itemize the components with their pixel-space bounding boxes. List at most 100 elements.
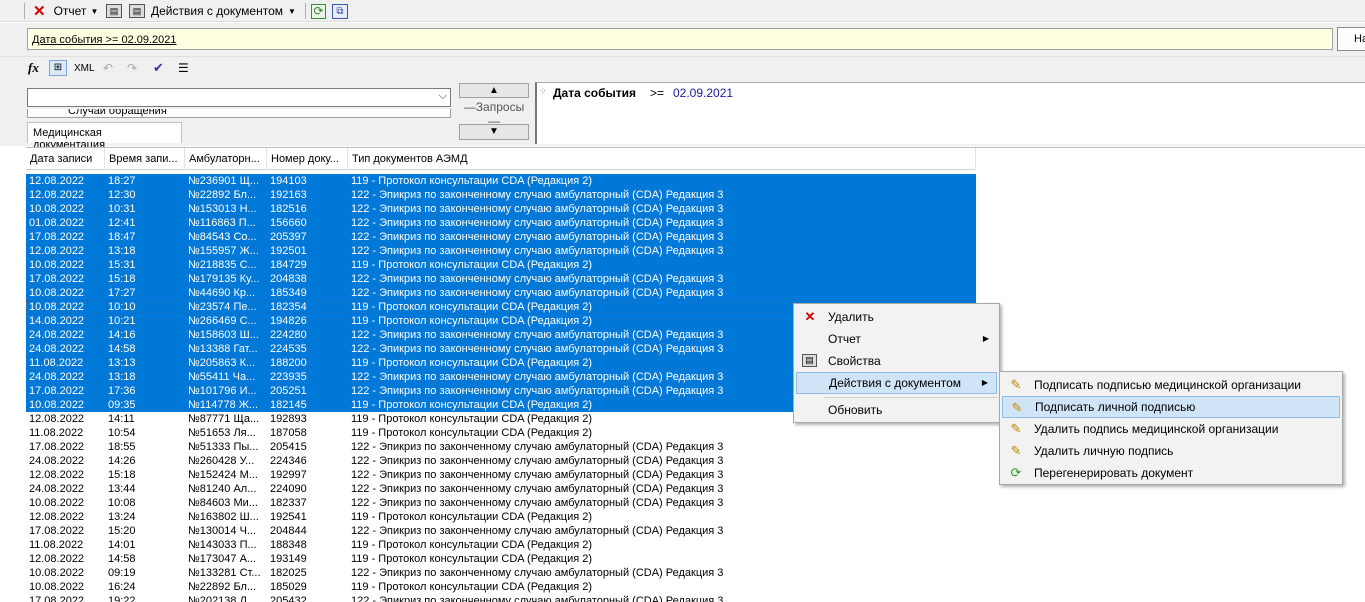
report-menu-button[interactable]: ✕ Отчет ▼ — [33, 2, 98, 20]
cell-date: 10.08.2022 — [29, 497, 85, 509]
xml-label: XML — [74, 62, 95, 74]
cell-time: 12:30 — [108, 189, 136, 201]
cell-ambulatory: №202138 Л... — [188, 595, 256, 602]
move-up-button[interactable]: ▲ — [459, 83, 529, 98]
cell-ambulatory: №236901 Щ... — [188, 175, 260, 187]
condition-panel[interactable]: ⁘ Дата события >= 02.09.2021 — [535, 82, 1365, 144]
condition-value[interactable]: 02.09.2021 — [673, 86, 733, 100]
menu-item-sign-org[interactable]: ✎ Подписать подписью медицинской организ… — [1002, 374, 1340, 396]
filter-summary[interactable]: Дата события >= 02.09.2021 — [27, 28, 1333, 50]
table-row[interactable]: 10.08.2022 17:27 №44690 Кр... 185349 122 - Э… — [26, 286, 976, 300]
tree-item-label[interactable]: Случай обращения — [68, 109, 167, 117]
formula-button[interactable]: fx — [28, 59, 39, 77]
cell-doc-number: 204844 — [270, 525, 307, 537]
menu-item-label: Отчет — [828, 332, 861, 346]
cell-time: 14:11 — [108, 413, 135, 425]
table-row[interactable]: 17.08.2022 15:20 №130014 Ч... 204844 122 - Э… — [26, 524, 976, 538]
cell-ambulatory: №266469 С... — [188, 315, 257, 327]
cell-time: 19:22 — [108, 595, 136, 602]
condition-field[interactable]: Дата события — [553, 86, 636, 100]
cell-doc-type: 122 - Эпикриз по законченному случаю амб… — [351, 567, 724, 579]
refresh-button[interactable]: ⟳ — [311, 2, 326, 20]
table-row[interactable]: 12.08.2022 13:24 №163802 Ш... 192541 119 - П… — [26, 510, 976, 524]
menu-item-label: Удалить личную подпись — [1034, 444, 1174, 458]
cell-date: 12.08.2022 — [29, 413, 85, 425]
table-row[interactable]: 17.08.2022 18:55 №51333 Пы... 205415 122 - Э… — [26, 440, 976, 454]
table-row[interactable]: 12.08.2022 15:18 №152424 М... 192997 122 - Э… — [26, 468, 976, 482]
table-row[interactable]: 12.08.2022 13:18 №155957 Ж... 192501 122 - Э… — [26, 244, 976, 258]
cell-ambulatory: №155957 Ж... — [188, 245, 259, 257]
table-row[interactable]: 24.08.2022 13:44 №81240 Ал... 224090 122 - Э… — [26, 482, 976, 496]
menu-item-delete[interactable]: ✕ Удалить — [796, 306, 997, 328]
cell-doc-number: 187058 — [270, 427, 307, 439]
table-row[interactable]: 11.08.2022 10:54 №51653 Ля... 187058 119 - П… — [26, 426, 976, 440]
tree-view-button[interactable]: ⊞ — [49, 59, 67, 77]
column-header-date[interactable]: Дата записи — [26, 148, 105, 170]
run-query-button[interactable]: На — [1337, 27, 1365, 51]
cell-time: 13:24 — [108, 511, 136, 523]
cell-date: 24.08.2022 — [29, 343, 85, 355]
table-row[interactable]: 12.08.2022 12:30 №22892 Бл... 192163 122 - Э… — [26, 188, 976, 202]
cell-doc-type: 122 - Эпикриз по законченному случаю амб… — [351, 273, 724, 285]
table-row[interactable]: 10.08.2022 15:31 №218835 С... 184729 119 - П… — [26, 258, 976, 272]
menu-item-refresh[interactable]: Обновить — [796, 399, 997, 421]
menu-item-report[interactable]: Отчет ▶ — [796, 328, 997, 350]
table-row[interactable]: 24.08.2022 14:26 №260428 У... 224346 122 - Э… — [26, 454, 976, 468]
cell-doc-type: 119 - Протокол консультации CDA (Редакци… — [351, 553, 593, 565]
cell-ambulatory: №114778 Ж... — [188, 399, 259, 411]
table-row[interactable]: 17.08.2022 15:18 №179135 Ку... 204838 122 - … — [26, 272, 976, 286]
cell-date: 11.08.2022 — [29, 427, 84, 439]
column-header-doc-type[interactable]: Тип документов АЭМД — [348, 148, 976, 170]
export-button[interactable]: ⧉ — [332, 2, 348, 20]
cell-doc-number: 205397 — [270, 231, 307, 243]
undo-button[interactable]: ↶ — [103, 59, 113, 77]
table-row[interactable]: 10.08.2022 09:19 №133281 Ст... 182025 122 - … — [26, 566, 976, 580]
xml-button[interactable]: XML — [74, 59, 95, 77]
table-row[interactable]: 12.08.2022 14:58 №173047 А... 193149 119 - П… — [26, 552, 976, 566]
cell-doc-type: 119 - Протокол консультации CDA (Редакци… — [351, 427, 593, 439]
redo-button[interactable]: ↷ — [127, 59, 137, 77]
cell-doc-number: 224280 — [270, 329, 307, 341]
redo-icon: ↷ — [127, 61, 138, 75]
table-row[interactable]: 10.08.2022 16:24 №22892 Бл... 185029 119 - П… — [26, 580, 976, 594]
query-tree[interactable]: Случай обращения — [27, 109, 451, 118]
menu-item-doc-actions[interactable]: Действия с документом ▶ — [796, 372, 997, 394]
undo-icon: ↶ — [103, 61, 114, 75]
chevron-down-icon[interactable]: ⌵ — [439, 90, 447, 103]
validate-button[interactable]: ✔ — [153, 59, 164, 77]
column-header-time[interactable]: Время запи... — [105, 148, 185, 170]
menu-item-delete-personal-sign[interactable]: ✎ Удалить личную подпись — [1002, 440, 1340, 462]
condition-operator[interactable]: >= — [650, 86, 664, 100]
properties-button[interactable]: ▤ — [106, 2, 122, 20]
cell-date: 17.08.2022 — [29, 595, 85, 602]
query-select[interactable]: ⌵ — [27, 88, 451, 107]
arrow-down-icon: ▼ — [489, 126, 499, 137]
tab-medical-docs[interactable]: Медицинская документация — [27, 122, 182, 151]
column-header-doc-number[interactable]: Номер доку... — [267, 148, 348, 170]
table-row[interactable]: 10.08.2022 10:31 №153013 Н... 182516 122 - Э… — [26, 202, 976, 216]
menu-item-regenerate[interactable]: ⟳ Перегенерировать документ — [1002, 462, 1340, 484]
column-header-ambulatory[interactable]: Амбулаторн... — [185, 148, 267, 170]
table-row[interactable]: 11.08.2022 14:01 №143033 П... 188348 119 - П… — [26, 538, 976, 552]
list-button[interactable]: ☰ — [178, 59, 189, 77]
table-row[interactable]: 17.08.2022 18:47 №84543 Со... 205397 122 - Э… — [26, 230, 976, 244]
table-row[interactable]: 01.08.2022 12:41 №116863 П... 156660 122 - Э… — [26, 216, 976, 230]
table-row[interactable]: 10.08.2022 10:08 №84603 Ми... 182337 122 - Э… — [26, 496, 976, 510]
cell-time: 17:27 — [108, 287, 136, 299]
cell-doc-number: 192997 — [270, 469, 307, 481]
menu-item-delete-org-sign[interactable]: ✎ Удалить подпись медицинской организаци… — [1002, 418, 1340, 440]
filter-summary-text[interactable]: Дата события >= 02.09.2021 — [32, 34, 177, 46]
cell-date: 11.08.2022 — [29, 539, 84, 551]
move-down-button[interactable]: ▼ — [459, 124, 529, 140]
cell-ambulatory: №218835 С... — [188, 259, 257, 271]
cell-doc-number: 223935 — [270, 371, 307, 383]
toolbar-separator — [305, 3, 306, 19]
doc-actions-menu-button[interactable]: ▤ Действия с документом ▼ — [129, 2, 296, 20]
menu-item-properties[interactable]: ▤ Свойства — [796, 350, 997, 372]
cell-ambulatory: №51653 Ля... — [188, 427, 256, 439]
table-row[interactable]: 12.08.2022 18:27 №236901 Щ... 194103 119 - П… — [26, 174, 976, 188]
document-actions-icon: ▤ — [129, 4, 145, 18]
cell-date: 12.08.2022 — [29, 245, 85, 257]
menu-item-sign-personal[interactable]: ✎ Подписать личной подписью — [1002, 396, 1340, 418]
table-row[interactable]: 17.08.2022 19:22 №202138 Л... 205432 122 - Э… — [26, 594, 976, 602]
